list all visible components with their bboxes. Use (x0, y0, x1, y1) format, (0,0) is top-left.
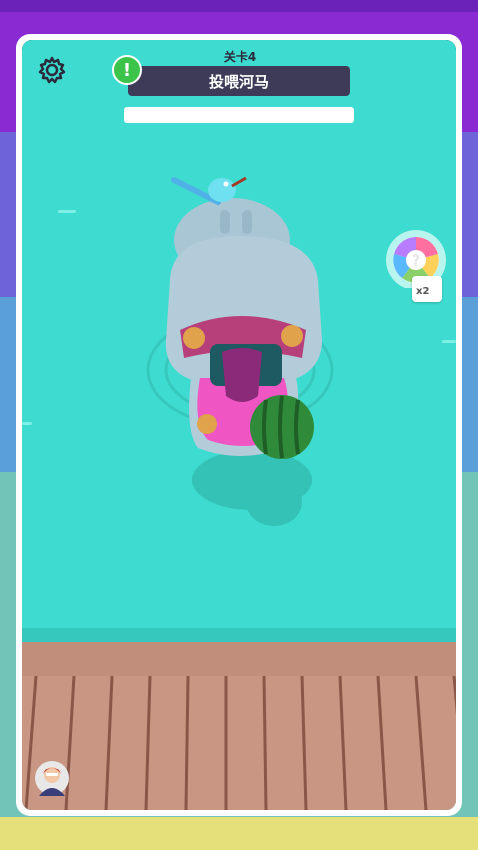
watermelon-icon[interactable] (250, 395, 314, 459)
exclamation-icon[interactable]: ! (112, 55, 142, 85)
bg-band-top (0, 0, 478, 12)
bird-body (208, 178, 236, 202)
hippo-shadow (246, 478, 302, 526)
hippo-ear (220, 210, 230, 234)
hippo-ear (242, 210, 252, 234)
hippo-tooth (197, 414, 217, 434)
player-avatar-icon (35, 761, 69, 796)
water-ripple (442, 340, 456, 343)
dock-deck (22, 676, 456, 810)
watermelon-stripe (262, 399, 268, 455)
dock-shadow (22, 628, 456, 642)
gear-icon (38, 56, 66, 84)
bird-eye (223, 181, 229, 187)
hippo-tooth (183, 327, 205, 349)
watermelon-stripe (278, 395, 284, 459)
task-title: 投喂河马 (208, 72, 269, 91)
powerup-count: x2 (416, 286, 430, 297)
task-title-bar: 投喂河马 (128, 66, 350, 96)
bg-band-yellow (0, 817, 478, 850)
svg-text:?: ? (412, 253, 420, 269)
settings-button[interactable] (34, 52, 70, 88)
watermelon-stripe (294, 399, 300, 455)
player-avatar-button[interactable] (34, 760, 70, 796)
game-scene[interactable] (22, 40, 456, 810)
hippo-tongue (222, 348, 262, 402)
progress-bar (124, 107, 354, 123)
water-ripple (22, 422, 32, 425)
level-label: 关卡4 (223, 50, 257, 64)
dock-edge (22, 642, 456, 676)
hippo-tooth (281, 325, 303, 347)
water-ripple (58, 210, 76, 213)
mystery-powerup-button[interactable]: ? x2 (386, 228, 450, 304)
